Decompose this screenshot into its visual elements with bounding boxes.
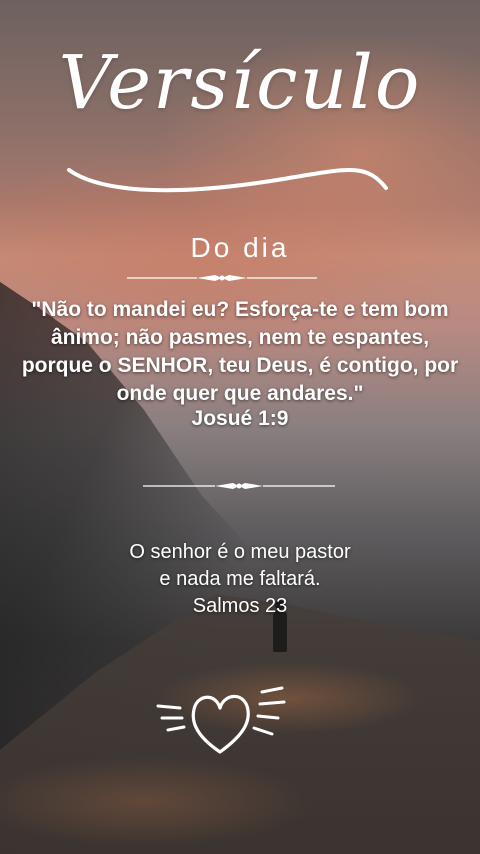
ornamental-divider-icon [127,275,317,281]
secondary-verse-reference: Salmos 23 [192,595,288,617]
ornamental-divider-icon [143,483,335,489]
heart-icon [156,686,286,754]
secondary-verse-line1: O senhor é o meu pastor [129,541,351,563]
secondary-verse-line2: e nada me faltará. [159,568,321,590]
subtitle: Do dia [190,232,290,263]
title-underline-swash-icon [67,168,388,193]
title-script: Versículo [58,40,422,126]
secondary-verse: O senhor é o meu pastor e nada me faltar… [0,539,480,620]
main-verse-text: "Não to mandei eu? Esforça-te e tem bom … [21,298,459,405]
quote-card: Versículo Do dia "Não to mandei eu? Esfo… [0,0,480,854]
main-verse-reference: Josué 1:9 [191,407,289,430]
